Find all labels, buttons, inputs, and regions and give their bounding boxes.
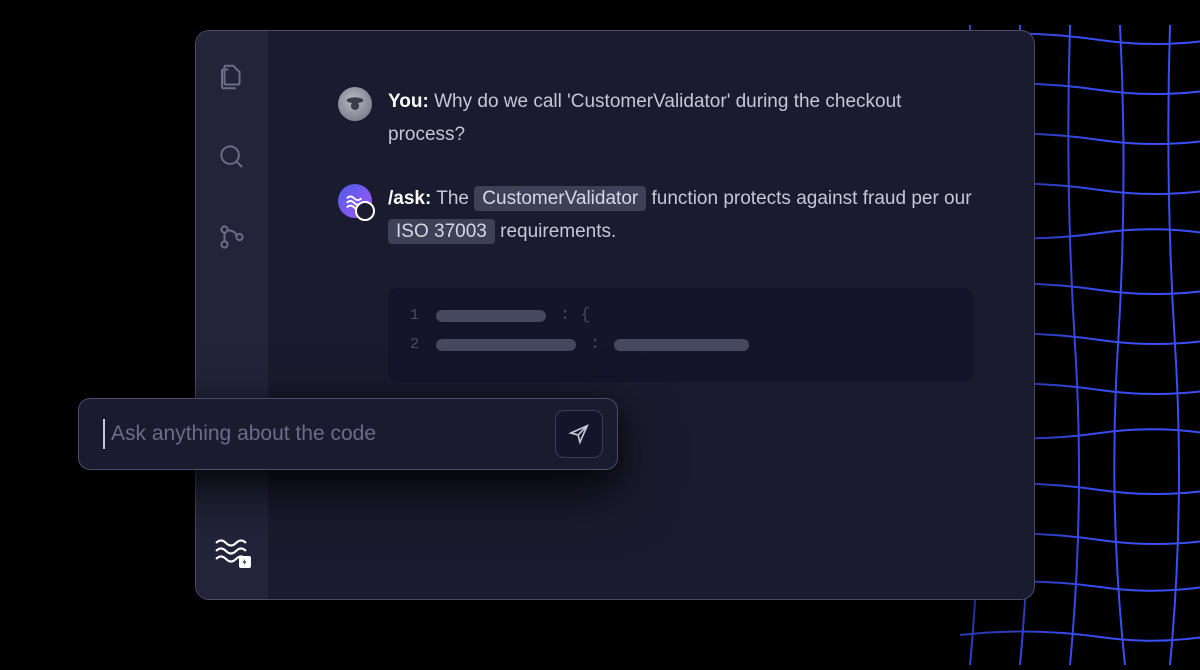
editor-window: You: Why do we call 'CustomerValidator' … <box>195 30 1035 600</box>
code-token <box>436 339 576 351</box>
user-avatar <box>338 87 372 121</box>
user-message-content: You: Why do we call 'CustomerValidator' … <box>388 85 974 152</box>
send-icon <box>568 423 590 445</box>
user-text: Why do we call 'CustomerValidator' durin… <box>388 91 901 145</box>
wave-logo-icon[interactable] <box>212 531 252 571</box>
code-suffix: : { <box>560 306 591 325</box>
activity-bar <box>196 31 268 599</box>
user-label: You: <box>388 91 429 112</box>
bot-text-2: function protects against fraud per our <box>652 188 972 209</box>
explorer-icon[interactable] <box>216 61 248 93</box>
code-token <box>436 310 546 322</box>
line-number: 2 <box>410 336 422 353</box>
standard-reference-tag[interactable]: ISO 37003 <box>388 219 495 244</box>
chat-area: You: Why do we call 'CustomerValidator' … <box>268 31 1034 599</box>
bot-text-3: requirements. <box>500 221 616 242</box>
input-cursor <box>103 419 105 449</box>
bot-message: /ask: The CustomerValidator function pro… <box>338 182 974 249</box>
prompt-input-container[interactable]: Ask anything about the code <box>78 398 618 470</box>
search-icon[interactable] <box>216 141 248 173</box>
code-token <box>614 339 749 351</box>
code-line-1: 1 : { <box>410 306 952 325</box>
bot-text-1: The <box>436 188 469 209</box>
bot-message-content: /ask: The CustomerValidator function pro… <box>388 182 974 249</box>
send-button[interactable] <box>555 410 603 458</box>
prompt-placeholder[interactable]: Ask anything about the code <box>111 422 555 446</box>
line-number: 1 <box>410 307 422 324</box>
bot-avatar <box>338 184 372 218</box>
code-block: 1 : { 2 : <box>388 288 974 382</box>
bot-label: /ask: <box>388 188 431 209</box>
code-line-2: 2 : <box>410 335 952 354</box>
code-suffix: : <box>590 335 600 354</box>
user-message: You: Why do we call 'CustomerValidator' … <box>338 85 974 152</box>
code-reference-tag[interactable]: CustomerValidator <box>474 186 646 211</box>
source-control-icon[interactable] <box>216 221 248 253</box>
